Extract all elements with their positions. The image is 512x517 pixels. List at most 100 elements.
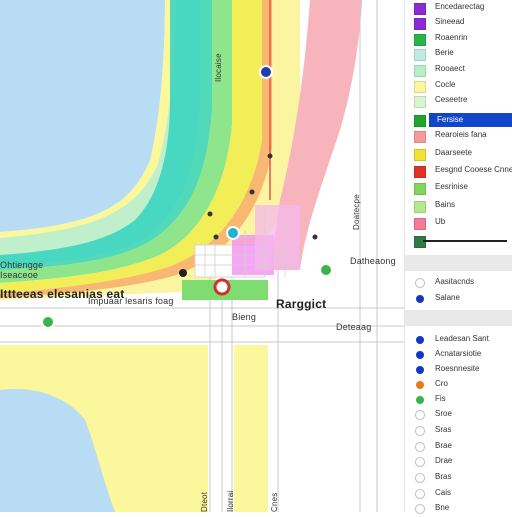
- legend-item[interactable]: Leadesan Sant: [405, 332, 512, 348]
- legend-label: Encedarectag: [435, 2, 485, 11]
- legend-swatch: [414, 49, 426, 61]
- legend-item[interactable]: Daarseete: [405, 146, 512, 162]
- legend-swatch: [414, 201, 426, 213]
- legend-divider: [405, 310, 512, 326]
- legend-item[interactable]: Ub: [405, 215, 512, 231]
- legend-item[interactable]: Fersise: [405, 112, 512, 128]
- legend-item[interactable]: Acnatarsiotie: [405, 347, 512, 363]
- legend-item[interactable]: Aasitacnds: [405, 275, 512, 291]
- area-label: Ohtiengge: [0, 260, 44, 270]
- legend-label: Cro: [435, 379, 448, 388]
- legend-dot-icon: [416, 396, 424, 404]
- legend-item[interactable]: Ceseetre: [405, 93, 512, 109]
- legend-label: Rooaect: [435, 64, 465, 73]
- legend-label: Bne: [435, 503, 450, 512]
- legend-label: Sras: [435, 425, 452, 434]
- legend-item[interactable]: Sineead: [405, 15, 512, 31]
- legend-swatch: [414, 115, 426, 127]
- legend-ring-icon: [415, 426, 425, 436]
- legend-label: Cocle: [435, 80, 456, 89]
- legend-label: Berie: [435, 48, 454, 57]
- legend-item[interactable]: Rooaect: [405, 62, 512, 78]
- legend-item[interactable]: Eesgnd Cooese Cnnes: [405, 163, 512, 179]
- legend-item[interactable]: Fis: [405, 392, 512, 408]
- legend-label: Roesnnesite: [435, 364, 480, 373]
- legend-label: Salane: [435, 293, 460, 302]
- legend-label: Ceseetre: [435, 95, 468, 104]
- street-label: Datheaong: [350, 256, 396, 266]
- legend-swatch: [414, 96, 426, 108]
- street-label: Cnes: [270, 492, 279, 512]
- legend-swatch: [414, 236, 426, 248]
- legend-label: Eesgnd Cooese Cnnes: [435, 165, 512, 174]
- legend-label: Bains: [435, 200, 456, 209]
- legend-item[interactable]: Roaenrin: [405, 31, 512, 47]
- legend-item[interactable]: Bras: [405, 470, 512, 486]
- legend-divider: [405, 255, 512, 271]
- legend-item[interactable]: Bne: [405, 501, 512, 517]
- legend-item[interactable]: Cocle: [405, 78, 512, 94]
- legend-item[interactable]: Sroe: [405, 407, 512, 423]
- legend-dot-icon: [416, 366, 424, 374]
- legend-ring-icon: [415, 442, 425, 452]
- legend-ring-icon: [415, 504, 425, 514]
- legend-line-icon: [423, 240, 507, 242]
- legend-ring-icon: [415, 457, 425, 467]
- legend-item[interactable]: Berie: [405, 46, 512, 62]
- legend-item[interactable]: Roesnnesite: [405, 362, 512, 378]
- map-base: [0, 0, 404, 512]
- legend-item[interactable]: Sras: [405, 423, 512, 439]
- legend-label: Sroe: [435, 409, 452, 418]
- legend-ring-icon: [415, 473, 425, 483]
- area-label: Iseaceoe: [0, 270, 39, 280]
- legend-swatch: [414, 218, 426, 230]
- legend-label: Fersise: [437, 115, 464, 124]
- legend-item[interactable]: [405, 233, 512, 249]
- legend-label: Brae: [435, 441, 452, 450]
- legend-swatch: [414, 81, 426, 93]
- legend-item[interactable]: Brae: [405, 439, 512, 455]
- legend-item[interactable]: Eesrinise: [405, 180, 512, 196]
- legend-swatch: [414, 131, 426, 143]
- legend-dot-icon: [416, 351, 424, 359]
- legend-swatch: [414, 18, 426, 30]
- legend-swatch: [414, 166, 426, 178]
- legend-ring-icon: [415, 278, 425, 288]
- legend-label: Rearoieis fana: [435, 130, 487, 139]
- street-label: Dteot: [200, 491, 209, 512]
- street-label: Doatecpe: [352, 194, 361, 230]
- legend-label: Fis: [435, 394, 446, 403]
- legend-label: Leadesan Sant: [435, 334, 489, 343]
- street-label: Bieng: [232, 312, 257, 322]
- street-label: Deteaag: [336, 322, 372, 332]
- legend-ring-icon: [415, 489, 425, 499]
- legend-label: Ub: [435, 217, 446, 226]
- legend-label: Roaenrin: [435, 33, 468, 42]
- legend-swatch: [414, 65, 426, 77]
- legend-item[interactable]: Cro: [405, 377, 512, 393]
- legend-swatch: [414, 183, 426, 195]
- legend-label: Acnatarsiotie: [435, 349, 482, 358]
- legend-dot-icon: [416, 336, 424, 344]
- legend-item[interactable]: Salane: [405, 291, 512, 307]
- area-label: Ittteeas elesanias eat: [0, 287, 125, 301]
- legend-label: Aasitacnds: [435, 277, 475, 286]
- legend-label: Cais: [435, 488, 452, 497]
- legend-label: Sineead: [435, 17, 465, 26]
- legend-label: Eesrinise: [435, 182, 468, 191]
- legend-selected-highlight: Fersise: [429, 113, 512, 127]
- district-label: Rarggict: [276, 297, 327, 311]
- legend-label: Drae: [435, 456, 453, 465]
- map-canvas[interactable]: Rarggict Impuaar lesaris foag Bieng Dete…: [0, 0, 404, 512]
- legend-item[interactable]: Cais: [405, 486, 512, 502]
- legend-item[interactable]: Bains: [405, 198, 512, 214]
- legend-item[interactable]: Drae: [405, 454, 512, 470]
- legend-ring-icon: [415, 410, 425, 420]
- legend-swatch: [414, 149, 426, 161]
- legend-label: Bras: [435, 472, 452, 481]
- legend-dot-icon: [416, 381, 424, 389]
- legend-swatch: [414, 34, 426, 46]
- legend-item[interactable]: Encedarectag: [405, 0, 512, 16]
- street-label: Ilorrai: [226, 490, 235, 512]
- legend-item[interactable]: Rearoieis fana: [405, 128, 512, 144]
